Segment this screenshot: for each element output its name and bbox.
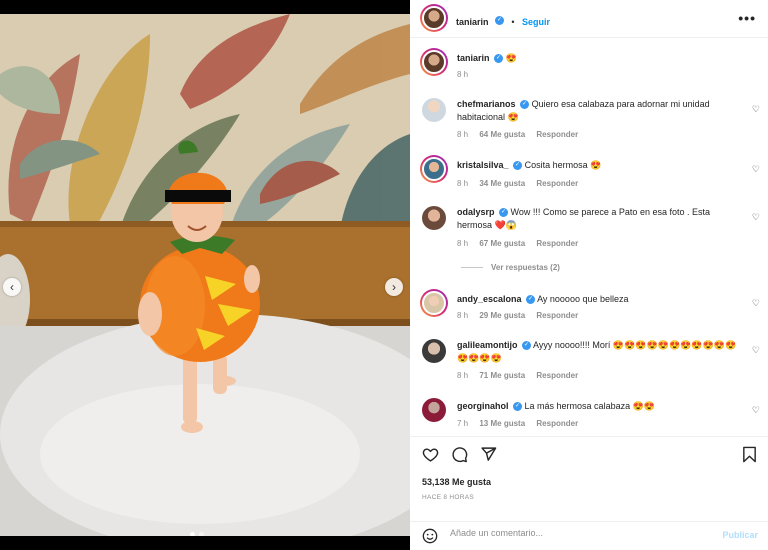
view-replies-button[interactable]: Ver respuestas (2) (461, 263, 560, 272)
comment-text: chefmarianos ✓ Quiero esa calabaza para … (457, 98, 742, 124)
comment-text: galileamontijo ✓ Ayyy noooo!!!! Morí 😍😍😍… (457, 339, 742, 365)
bottom-frame (0, 536, 410, 550)
comment-meta: 8 h 64 Me gusta Responder (457, 130, 587, 139)
reply-button[interactable]: Responder (536, 239, 578, 248)
comment-like-heart-icon[interactable]: ♡ (752, 298, 760, 309)
comment-time: 7 h (457, 419, 469, 428)
reply-button[interactable]: Responder (536, 130, 578, 139)
caption-text: taniarin ✓ 😍 (457, 52, 742, 65)
post-time: HACE 8 HORAS (422, 494, 475, 501)
comment-username[interactable]: andy_escalona (457, 294, 522, 304)
comment-like-heart-icon[interactable]: ♡ (752, 212, 760, 223)
comment-likes[interactable]: 29 Me gusta (479, 311, 525, 320)
comment-icon[interactable] (451, 446, 468, 463)
post-photo: ‹ › (0, 14, 410, 536)
share-icon[interactable] (480, 446, 497, 463)
comment-likes[interactable]: 71 Me gusta (479, 371, 525, 380)
photo-illustration (0, 14, 410, 536)
verified-icon: ✓ (494, 16, 504, 26)
comment-text: georginahol ✓ La más hermosa calabaza 😍😍 (457, 400, 742, 413)
commenter-avatar[interactable] (422, 206, 446, 230)
comment-body: Wow !!! Como se parece a Pato en esa fot… (457, 207, 710, 230)
heart-icon[interactable] (422, 446, 439, 463)
comment-body: Cosita hermosa 😍 (524, 160, 602, 170)
caption-time: 8 h (457, 70, 469, 79)
carousel-prev-button[interactable]: ‹ (3, 278, 21, 296)
follow-button[interactable]: Seguir (522, 17, 550, 27)
verified-icon: ✓ (494, 54, 504, 64)
replies-divider (461, 267, 483, 268)
carousel-next-button[interactable]: › (385, 278, 403, 296)
author-avatar[interactable] (420, 48, 448, 76)
comment-username[interactable]: chefmarianos (457, 99, 516, 109)
comment-time: 8 h (457, 130, 469, 139)
comment-text: andy_escalona ✓ Ay nooooo que belleza (457, 293, 742, 306)
verified-icon: ✓ (499, 208, 509, 218)
comment-text: odalysrp ✓ Wow !!! Como se parece a Pato… (457, 206, 742, 232)
comment-meta: 8 h 71 Me gusta Responder (457, 371, 587, 380)
comment-meta: 8 h 29 Me gusta Responder (457, 311, 587, 320)
reply-button[interactable]: Responder (536, 419, 578, 428)
comment-like-heart-icon[interactable]: ♡ (752, 164, 760, 175)
author-username[interactable]: taniarin (456, 17, 489, 27)
verified-icon: ✓ (520, 100, 530, 110)
view-replies-label: Ver respuestas (2) (491, 263, 560, 272)
reply-button[interactable]: Responder (536, 179, 578, 188)
comment-like-heart-icon[interactable]: ♡ (752, 405, 760, 416)
comment-meta: 8 h 67 Me gusta Responder (457, 239, 587, 248)
separator-dot: • (511, 17, 515, 27)
comment-like-heart-icon[interactable]: ♡ (752, 345, 760, 356)
comment-time: 8 h (457, 371, 469, 380)
comment-body: La más hermosa calabaza 😍😍 (524, 401, 656, 411)
comment-body: Ay nooooo que belleza (537, 294, 629, 304)
comment-likes[interactable]: 34 Me gusta (479, 179, 525, 188)
comment-username[interactable]: georginahol (457, 401, 509, 411)
comment-username[interactable]: odalysrp (457, 207, 495, 217)
comment-username[interactable]: galileamontijo (457, 340, 518, 350)
commenter-avatar[interactable] (422, 398, 446, 422)
verified-icon: ✓ (522, 341, 532, 351)
comment-time: 8 h (457, 239, 469, 248)
comment-text: kristalsilva_ ✓ Cosita hermosa 😍 (457, 159, 742, 172)
commenter-avatar[interactable] (422, 339, 446, 363)
comment-meta: 8 h 34 Me gusta Responder (457, 179, 587, 188)
verified-icon: ✓ (513, 402, 523, 412)
caption-meta: 8 h (457, 70, 477, 79)
top-frame (0, 0, 410, 14)
more-options-icon[interactable]: ••• (738, 10, 756, 26)
comment-like-heart-icon[interactable]: ♡ (752, 104, 760, 115)
author-avatar[interactable] (420, 4, 448, 32)
commenter-avatar[interactable] (420, 155, 448, 183)
post-actions: 53,138 Me gusta HACE 8 HORAS Publicar (410, 436, 768, 546)
post-header: taniarin ✓ • Seguir ••• (410, 0, 768, 38)
post-side-panel: taniarin ✓ • Seguir ••• taniarin ✓ 😍 8 h… (410, 0, 768, 550)
comment-likes[interactable]: 13 Me gusta (479, 419, 525, 428)
publish-button[interactable]: Publicar (722, 530, 758, 540)
comment-input[interactable] (450, 528, 700, 538)
comment-likes[interactable]: 67 Me gusta (479, 239, 525, 248)
comment-likes[interactable]: 64 Me gusta (479, 130, 525, 139)
reply-button[interactable]: Responder (536, 371, 578, 380)
bookmark-icon[interactable] (742, 446, 757, 463)
comment-meta: 7 h 13 Me gusta Responder (457, 419, 587, 428)
emoji-icon[interactable] (422, 528, 438, 544)
verified-icon: ✓ (526, 295, 536, 305)
commenter-avatar[interactable] (422, 98, 446, 122)
reply-button[interactable]: Responder (536, 311, 578, 320)
caption-emoji: 😍 (505, 53, 517, 63)
likes-count[interactable]: 53,138 Me gusta (422, 477, 491, 487)
comment-time: 8 h (457, 311, 469, 320)
comment-time: 8 h (457, 179, 469, 188)
add-comment-row: Publicar (410, 521, 768, 547)
header-user-line: taniarin ✓ • Seguir (456, 12, 550, 30)
caption-username[interactable]: taniarin (457, 53, 490, 63)
verified-icon: ✓ (513, 161, 523, 171)
comment-username[interactable]: kristalsilva_ (457, 160, 509, 170)
commenter-avatar[interactable] (420, 289, 448, 317)
